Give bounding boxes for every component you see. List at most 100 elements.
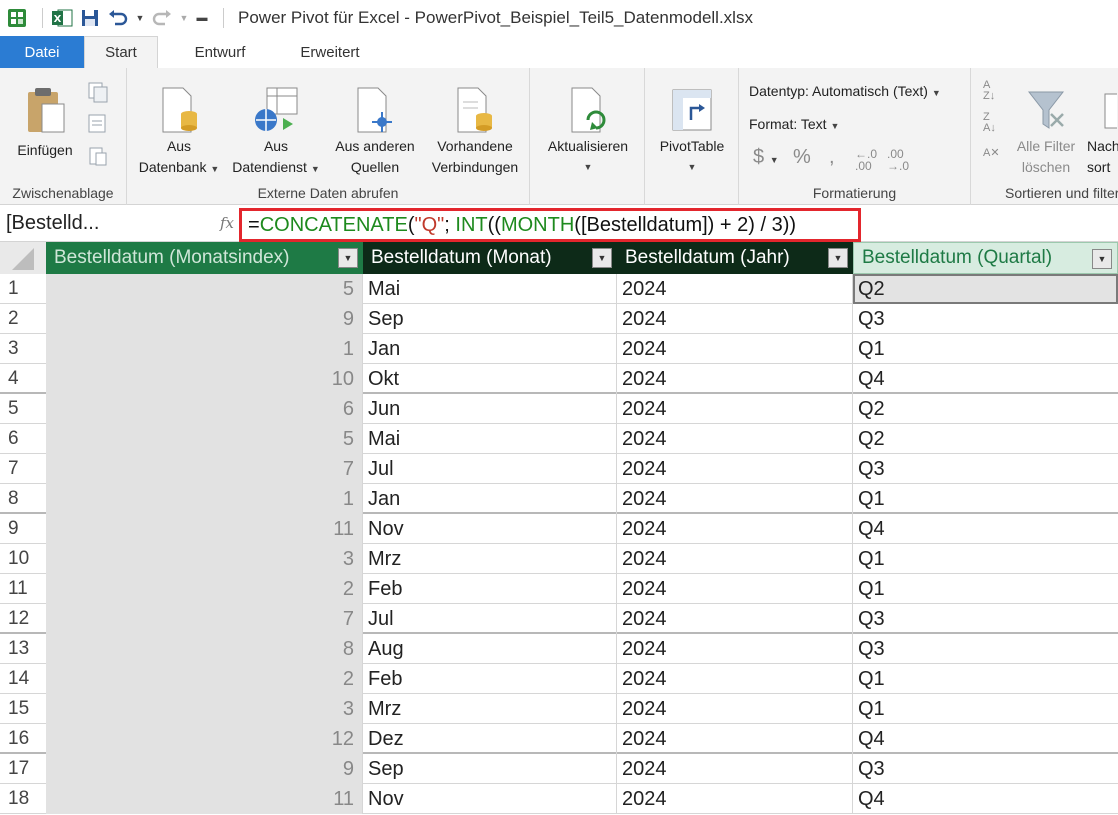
table-row[interactable]: 15 3 Mrz 2024 Q1 bbox=[0, 694, 1118, 724]
row-number[interactable]: 1 bbox=[0, 274, 38, 304]
column-header-quartal[interactable]: Bestelldatum (Quartal) ▼ bbox=[853, 242, 1118, 274]
cell-jahr[interactable]: 2024 bbox=[617, 304, 853, 334]
cell-quartal[interactable]: Q3 bbox=[853, 304, 1118, 334]
table-row[interactable]: 13 8 Aug 2024 Q3 bbox=[0, 634, 1118, 664]
name-box[interactable]: [Bestelld... bbox=[6, 208, 216, 238]
filter-dropdown-icon[interactable]: ▼ bbox=[828, 248, 848, 268]
paste-button[interactable]: Einfügen bbox=[10, 74, 80, 161]
cell-monat[interactable]: Jan bbox=[363, 334, 617, 364]
table-row[interactable]: 6 5 Mai 2024 Q2 bbox=[0, 424, 1118, 454]
cell-monat[interactable]: Jun bbox=[363, 394, 617, 424]
row-number[interactable]: 9 bbox=[0, 514, 38, 544]
cell-quartal[interactable]: Q4 bbox=[853, 364, 1118, 394]
row-number[interactable]: 18 bbox=[0, 784, 38, 814]
row-number[interactable]: 16 bbox=[0, 724, 38, 754]
row-number[interactable]: 13 bbox=[0, 634, 38, 664]
redo-dropdown-icon[interactable]: ▼ bbox=[179, 7, 189, 29]
existing-connections-button[interactable]: Vorhandene Verbindungen bbox=[423, 74, 527, 178]
increase-decimal-icon[interactable]: ←.0.00 bbox=[855, 148, 877, 172]
sort-ascending-icon[interactable]: A Z↓ bbox=[983, 80, 995, 102]
cell-monat[interactable]: Sep bbox=[363, 754, 617, 784]
cell-monat[interactable]: Mai bbox=[363, 424, 617, 454]
percent-format-icon[interactable]: % bbox=[793, 146, 811, 169]
table-row[interactable]: 10 3 Mrz 2024 Q1 bbox=[0, 544, 1118, 574]
filter-dropdown-icon[interactable]: ▼ bbox=[338, 248, 358, 268]
table-row[interactable]: 2 9 Sep 2024 Q3 bbox=[0, 304, 1118, 334]
cell-monatsindex[interactable]: 11 bbox=[46, 514, 363, 544]
table-row[interactable]: 3 1 Jan 2024 Q1 bbox=[0, 334, 1118, 364]
cell-quartal[interactable]: Q3 bbox=[853, 634, 1118, 664]
cell-monatsindex[interactable]: 9 bbox=[46, 754, 363, 784]
column-header-jahr[interactable]: Bestelldatum (Jahr) ▼ bbox=[617, 242, 853, 274]
redo-icon[interactable] bbox=[151, 7, 173, 29]
cell-monatsindex[interactable]: 6 bbox=[46, 394, 363, 424]
cell-jahr[interactable]: 2024 bbox=[617, 784, 853, 814]
cell-quartal[interactable]: Q1 bbox=[853, 484, 1118, 514]
cell-monatsindex[interactable]: 12 bbox=[46, 724, 363, 754]
cell-quartal[interactable]: Q1 bbox=[853, 664, 1118, 694]
pivottable-button[interactable]: PivotTable ▼ bbox=[651, 74, 733, 178]
tab-entwurf[interactable]: Entwurf bbox=[158, 36, 282, 68]
cell-monatsindex[interactable]: 7 bbox=[46, 604, 363, 634]
row-number[interactable]: 7 bbox=[0, 454, 38, 484]
table-row[interactable]: 14 2 Feb 2024 Q1 bbox=[0, 664, 1118, 694]
formula-input[interactable]: =CONCATENATE("Q"; INT((MONTH([Bestelldat… bbox=[239, 208, 861, 242]
undo-icon[interactable] bbox=[107, 7, 129, 29]
filter-dropdown-icon[interactable]: ▼ bbox=[592, 248, 612, 268]
cell-monat[interactable]: Nov bbox=[363, 514, 617, 544]
from-database-button[interactable]: Aus Datenbank ▼ bbox=[133, 74, 225, 180]
cell-quartal[interactable]: Q1 bbox=[853, 544, 1118, 574]
decrease-decimal-icon[interactable]: .00 →.0 bbox=[887, 148, 909, 172]
table-row[interactable]: 12 7 Jul 2024 Q3 bbox=[0, 604, 1118, 634]
paste-append-icon[interactable] bbox=[86, 144, 110, 171]
table-row[interactable]: 16 12 Dez 2024 Q4 bbox=[0, 724, 1118, 754]
cell-quartal[interactable]: Q3 bbox=[853, 604, 1118, 634]
cell-monatsindex[interactable]: 11 bbox=[46, 784, 363, 814]
cell-jahr[interactable]: 2024 bbox=[617, 754, 853, 784]
customize-icon[interactable]: ▬ bbox=[195, 7, 209, 29]
cell-quartal[interactable]: Q1 bbox=[853, 334, 1118, 364]
cell-quartal[interactable]: Q2 bbox=[853, 394, 1118, 424]
powerpivot-icon[interactable] bbox=[6, 7, 28, 29]
format-dropdown[interactable]: Format: Text ▼ bbox=[749, 116, 839, 132]
clear-sort-icon[interactable]: A✕ bbox=[983, 146, 1000, 159]
cell-quartal[interactable]: Q2 bbox=[853, 274, 1118, 304]
cell-monat[interactable]: Aug bbox=[363, 634, 617, 664]
sort-descending-icon[interactable]: Z A↓ bbox=[983, 112, 996, 134]
filter-dropdown-icon[interactable]: ▼ bbox=[1092, 249, 1112, 269]
sort-by-column-button[interactable]: Nach sort bbox=[1087, 74, 1118, 178]
cell-monatsindex[interactable]: 1 bbox=[46, 334, 363, 364]
row-number[interactable]: 6 bbox=[0, 424, 38, 454]
cell-monatsindex[interactable]: 2 bbox=[46, 574, 363, 604]
currency-format-icon[interactable]: $ ▼ bbox=[753, 146, 779, 169]
cell-monatsindex[interactable]: 5 bbox=[46, 274, 363, 304]
tab-erweitert[interactable]: Erweitert bbox=[282, 36, 378, 68]
clear-all-filters-button[interactable]: Alle Filter löschen bbox=[1009, 74, 1083, 178]
row-number[interactable]: 8 bbox=[0, 484, 38, 514]
row-number[interactable]: 14 bbox=[0, 664, 38, 694]
cell-jahr[interactable]: 2024 bbox=[617, 274, 853, 304]
pivottable-dropdown-icon[interactable]: ▼ bbox=[651, 157, 733, 178]
cell-quartal[interactable]: Q4 bbox=[853, 784, 1118, 814]
row-number[interactable]: 12 bbox=[0, 604, 38, 634]
cell-jahr[interactable]: 2024 bbox=[617, 574, 853, 604]
column-header-monatsindex[interactable]: Bestelldatum (Monatsindex) ▼ bbox=[46, 242, 363, 274]
row-number[interactable]: 17 bbox=[0, 754, 38, 784]
cell-quartal[interactable]: Q3 bbox=[853, 454, 1118, 484]
row-number[interactable]: 4 bbox=[0, 364, 38, 394]
cell-jahr[interactable]: 2024 bbox=[617, 664, 853, 694]
refresh-dropdown-icon[interactable]: ▼ bbox=[538, 157, 638, 178]
table-row[interactable]: 4 10 Okt 2024 Q4 bbox=[0, 364, 1118, 394]
cell-monat[interactable]: Jul bbox=[363, 454, 617, 484]
thousands-separator-icon[interactable]: , bbox=[829, 146, 835, 169]
cell-jahr[interactable]: 2024 bbox=[617, 514, 853, 544]
cell-monat[interactable]: Mai bbox=[363, 274, 617, 304]
row-number[interactable]: 11 bbox=[0, 574, 38, 604]
cell-jahr[interactable]: 2024 bbox=[617, 334, 853, 364]
table-row[interactable]: 18 11 Nov 2024 Q4 bbox=[0, 784, 1118, 814]
cell-monat[interactable]: Jul bbox=[363, 604, 617, 634]
cell-monatsindex[interactable]: 8 bbox=[46, 634, 363, 664]
cell-quartal[interactable]: Q2 bbox=[853, 424, 1118, 454]
cell-quartal[interactable]: Q3 bbox=[853, 754, 1118, 784]
table-row[interactable]: 17 9 Sep 2024 Q3 bbox=[0, 754, 1118, 784]
